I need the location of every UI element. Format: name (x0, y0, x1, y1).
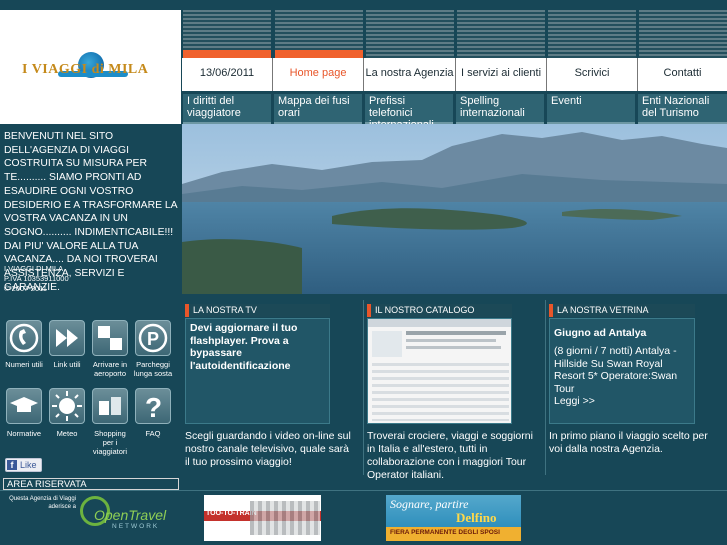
nav-separator (637, 58, 638, 91)
question-icon[interactable]: ? (135, 388, 171, 424)
nav-separator (363, 58, 364, 91)
nav-scrivici[interactable]: Scrivici (547, 58, 637, 91)
tv-box[interactable]: Devi aggiornare il tuo flashplayer. Prov… (185, 318, 330, 424)
submenu-eventi[interactable]: Eventi (547, 94, 635, 124)
tv-header: LA NOSTRA TV (185, 304, 330, 317)
nav-separator (546, 58, 547, 91)
thumb-logo (372, 331, 402, 357)
opentravel-text: Questa Agenzia di Viaggi aderisce a (9, 496, 76, 510)
fast-forward-icon[interactable] (49, 320, 85, 356)
phone-icon[interactable] (6, 320, 42, 356)
submenu-prefissi[interactable]: Prefissi telefonici internazionali (365, 94, 453, 131)
nav-separator (455, 58, 456, 91)
facebook-icon: f (7, 460, 17, 470)
company-info: I VIAGGI DI MILA P.IVA 10353911000 © 200… (4, 264, 180, 294)
nav-decor (639, 10, 727, 58)
svg-text:?: ? (145, 392, 162, 423)
sposi-banner-logo: Delfino (456, 510, 497, 525)
company-copyright: © 2007-2011 (4, 284, 47, 293)
vetrina-box[interactable]: Giugno ad Antalya (8 giorni / 7 notti) A… (549, 318, 695, 424)
parking-icon[interactable]: P (135, 320, 171, 356)
thumb-bar (368, 319, 511, 327)
tv-flash-message[interactable]: Devi aggiornare il tuo flashplayer. Prov… (190, 322, 324, 372)
nav-home[interactable]: Home page (273, 58, 363, 91)
bottom-divider (0, 490, 727, 491)
facebook-like-button[interactable]: f Like (5, 458, 42, 472)
column-divider (545, 300, 546, 475)
nav-servizi[interactable]: I servizi ai clienti (456, 58, 546, 91)
vetrina-header: LA NOSTRA VETRINA (549, 304, 695, 317)
like-label: Like (20, 460, 37, 470)
icon-label: Arrivare in aeroporto (92, 360, 128, 378)
vetrina-details: (8 giorni / 7 notti) Antalya - Hillside … (554, 345, 678, 395)
landscape-photo (182, 124, 727, 294)
thumb-line (406, 339, 496, 342)
icon-label: Link utili (53, 360, 81, 369)
train-banner[interactable]: TOO-TO-TRAIN (204, 495, 321, 541)
icon-label: FAQ (145, 429, 161, 438)
submenu-enti[interactable]: Enti Nazionali del Turismo (638, 94, 727, 124)
icon-label: Parcheggi lunga sosta (133, 360, 173, 378)
opentravel-logo[interactable]: OpenTravel NETWORK (80, 494, 178, 534)
logo-text: I VIAGGI di MILA (22, 62, 149, 77)
tv-description: Scegli guardando i video on-line sul nos… (185, 430, 351, 468)
icon-label: Shopping per i viaggiatori (92, 429, 128, 456)
thumb-line (406, 346, 501, 349)
nav-decor (548, 10, 636, 58)
nav-contatti[interactable]: Contatti (638, 58, 727, 91)
thumb-content (372, 363, 509, 421)
submenu-diritti[interactable]: I diritti del viaggiatore (183, 94, 271, 124)
vetrina-read-more-link[interactable]: Leggi >> (554, 395, 634, 408)
vetrina-title[interactable]: Giugno ad Antalya (554, 327, 692, 340)
nav-agenzia[interactable]: La nostra Agenzia (364, 58, 455, 91)
lake-mountains-image (182, 124, 727, 294)
column-divider (363, 300, 364, 475)
catalogo-thumbnail[interactable] (367, 318, 512, 424)
sposi-banner[interactable]: Sognare, partire Delfino FIERA PERMANENT… (386, 495, 521, 541)
svg-text:P: P (147, 329, 159, 349)
company-name: I VIAGGI DI MILA (4, 264, 64, 273)
submenu-fusi-orari[interactable]: Mappa dei fusi orari (274, 94, 362, 124)
icon-label: Normative (6, 429, 42, 438)
nav-accent-bar (275, 50, 363, 58)
nav-accent-bar (183, 50, 271, 58)
icon-label: Meteo (56, 429, 78, 438)
shopping-icon[interactable] (92, 388, 128, 424)
sposi-banner-subtitle: FIERA PERMANENTE DEGLI SPOSI (390, 529, 500, 536)
graduation-cap-icon[interactable] (6, 388, 42, 424)
company-piva: P.IVA 10353911000 (4, 274, 69, 283)
catalogo-header: IL NOSTRO CATALOGO (367, 304, 512, 317)
nav-decor (366, 10, 454, 58)
vetrina-description: In primo piano il viaggio scelto per voi… (549, 430, 708, 455)
sun-icon[interactable] (49, 388, 85, 424)
train-image (250, 501, 320, 535)
nav-date: 13/06/2011 (182, 58, 272, 91)
area-riservata-link[interactable]: AREA RISERVATA (3, 478, 179, 490)
nav-separator (272, 58, 273, 91)
catalogo-description: Troverai crociere, viaggi e soggiorni in… (367, 430, 533, 481)
submenu-spelling[interactable]: Spelling internazionali (456, 94, 544, 124)
thumb-line (406, 331, 506, 335)
opentravel-network: NETWORK (112, 523, 160, 530)
opentravel-wordmark: OpenTravel (94, 507, 167, 523)
nav-decor (457, 10, 545, 58)
checker-icon[interactable] (92, 320, 128, 356)
icon-label: Numeri utili (5, 360, 43, 369)
